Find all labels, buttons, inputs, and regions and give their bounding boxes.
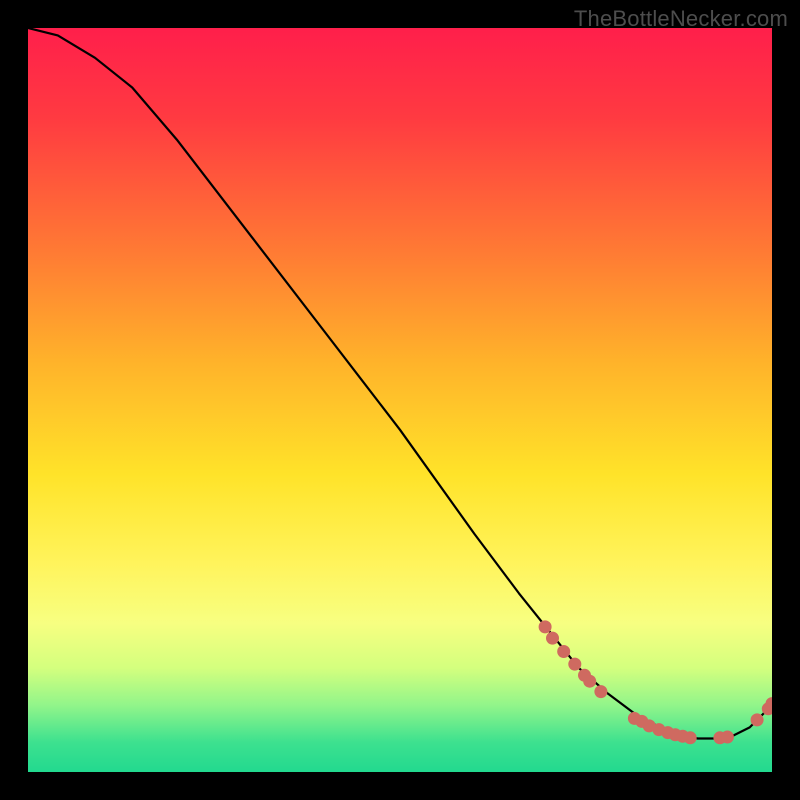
data-marker [583, 675, 596, 688]
data-marker [568, 658, 581, 671]
data-marker [557, 645, 570, 658]
chart-svg [28, 28, 772, 772]
data-marker [539, 620, 552, 633]
data-marker [751, 713, 764, 726]
data-marker [684, 731, 697, 744]
data-marker [721, 731, 734, 744]
plot-area [28, 28, 772, 772]
watermark-text: TheBottleNecker.com [574, 6, 788, 32]
gradient-background [28, 28, 772, 772]
chart-frame: TheBottleNecker.com [0, 0, 800, 800]
data-marker [594, 685, 607, 698]
data-marker [546, 632, 559, 645]
